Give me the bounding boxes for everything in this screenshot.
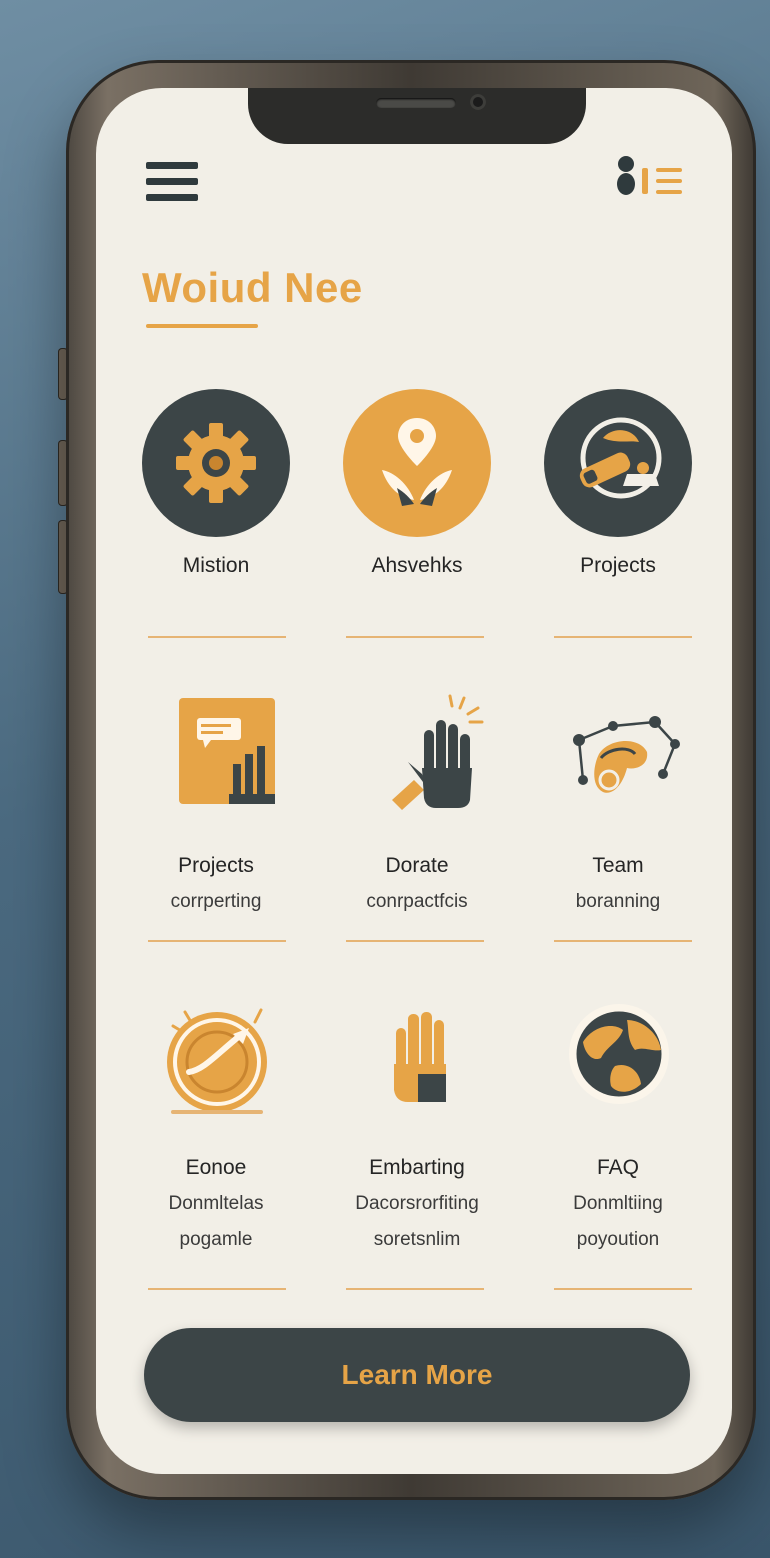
grid-item-label: Ahsvehks xyxy=(371,554,463,577)
grid-item-label: Projects xyxy=(580,554,656,577)
grid-item-subtitle: corrperting xyxy=(170,891,262,912)
row-divider xyxy=(554,636,692,638)
grid-item-label: Team xyxy=(592,854,644,877)
grid-item-label: Projects xyxy=(178,854,254,877)
grid-item-label: Dorate xyxy=(385,854,449,877)
feature-grid: Mistion Ahsvehks Projects Projects corrp… xyxy=(96,88,732,1474)
grid-item-projects-2[interactable]: Projects corrperting xyxy=(126,688,306,920)
grid-item-team[interactable]: Team boranning xyxy=(528,688,708,920)
grid-item-embarting[interactable]: Embarting Dacorsrorfiting soretsnlim xyxy=(327,990,507,1258)
globe-icon xyxy=(569,1004,669,1104)
learn-more-button[interactable]: Learn More xyxy=(144,1328,690,1422)
grid-item-label: Embarting xyxy=(369,1156,465,1179)
grid-item-donate[interactable]: Dorate conrpactfcis xyxy=(327,688,507,920)
grid-item-ahsvehks[interactable]: Ahsvehks xyxy=(327,388,507,584)
row-divider xyxy=(148,1288,286,1290)
grid-item-subtitle: Donmltiing xyxy=(573,1193,663,1214)
grid-item-eonoe[interactable]: Eonoe Donmltelas pogamle xyxy=(126,990,306,1258)
target-arrow-icon xyxy=(167,1008,267,1114)
hand-icon xyxy=(394,1012,446,1102)
grid-item-subtitle-2: pogamle xyxy=(179,1229,253,1250)
grid-item-mission[interactable]: Mistion xyxy=(126,388,306,584)
phone-screen: Woiud Nee Mistion Ahsvehks Projects Proj… xyxy=(96,88,732,1474)
grid-item-projects[interactable]: Projects xyxy=(528,388,708,584)
grid-item-subtitle: conrpactfcis xyxy=(366,891,468,912)
grid-item-subtitle: Donmltelas xyxy=(168,1193,264,1214)
grid-item-subtitle: boranning xyxy=(575,891,661,912)
row-divider xyxy=(346,636,484,638)
row-divider xyxy=(148,636,286,638)
row-divider xyxy=(554,1288,692,1290)
grid-item-label: Eonoe xyxy=(185,1156,247,1179)
row-divider xyxy=(346,940,484,942)
grid-item-subtitle: Dacorsrorfiting xyxy=(355,1193,479,1214)
row-divider xyxy=(346,1288,484,1290)
network-team-icon xyxy=(573,716,680,793)
tools-icon xyxy=(544,389,692,537)
row-divider xyxy=(148,940,286,942)
row-divider xyxy=(554,940,692,942)
gear-icon xyxy=(142,389,290,537)
grid-item-label: Mistion xyxy=(182,554,250,577)
grid-item-label: FAQ xyxy=(596,1156,639,1179)
grid-item-subtitle-2: poyoution xyxy=(576,1229,660,1250)
raised-hand-icon xyxy=(392,694,484,810)
location-pin-icon xyxy=(343,389,491,537)
grid-item-subtitle-2: soretsnlim xyxy=(373,1229,461,1250)
document-chart-icon xyxy=(179,698,275,804)
grid-item-faq[interactable]: FAQ Donmltiing poyoution xyxy=(528,990,708,1258)
